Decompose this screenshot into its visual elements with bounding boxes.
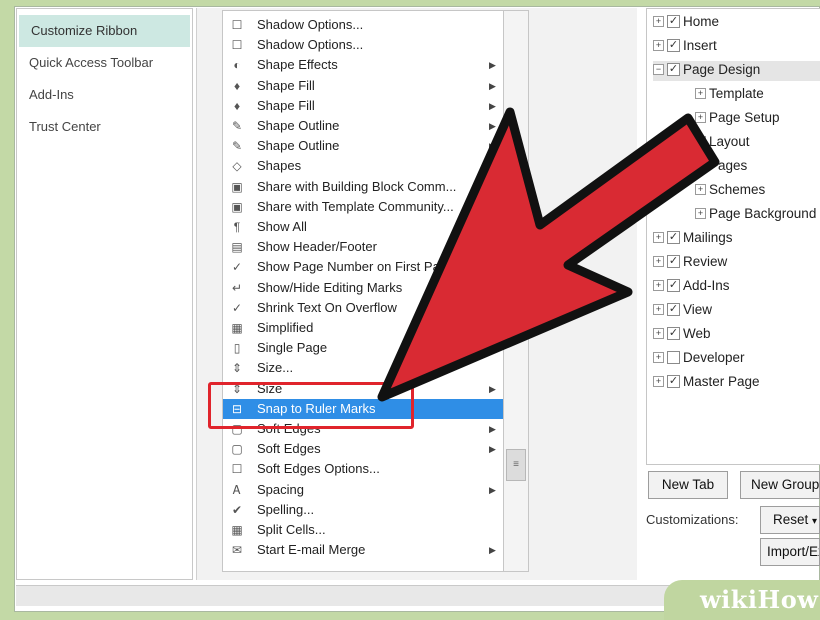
red-arrow-annotation (377, 107, 720, 402)
arrow-shape (377, 107, 720, 402)
